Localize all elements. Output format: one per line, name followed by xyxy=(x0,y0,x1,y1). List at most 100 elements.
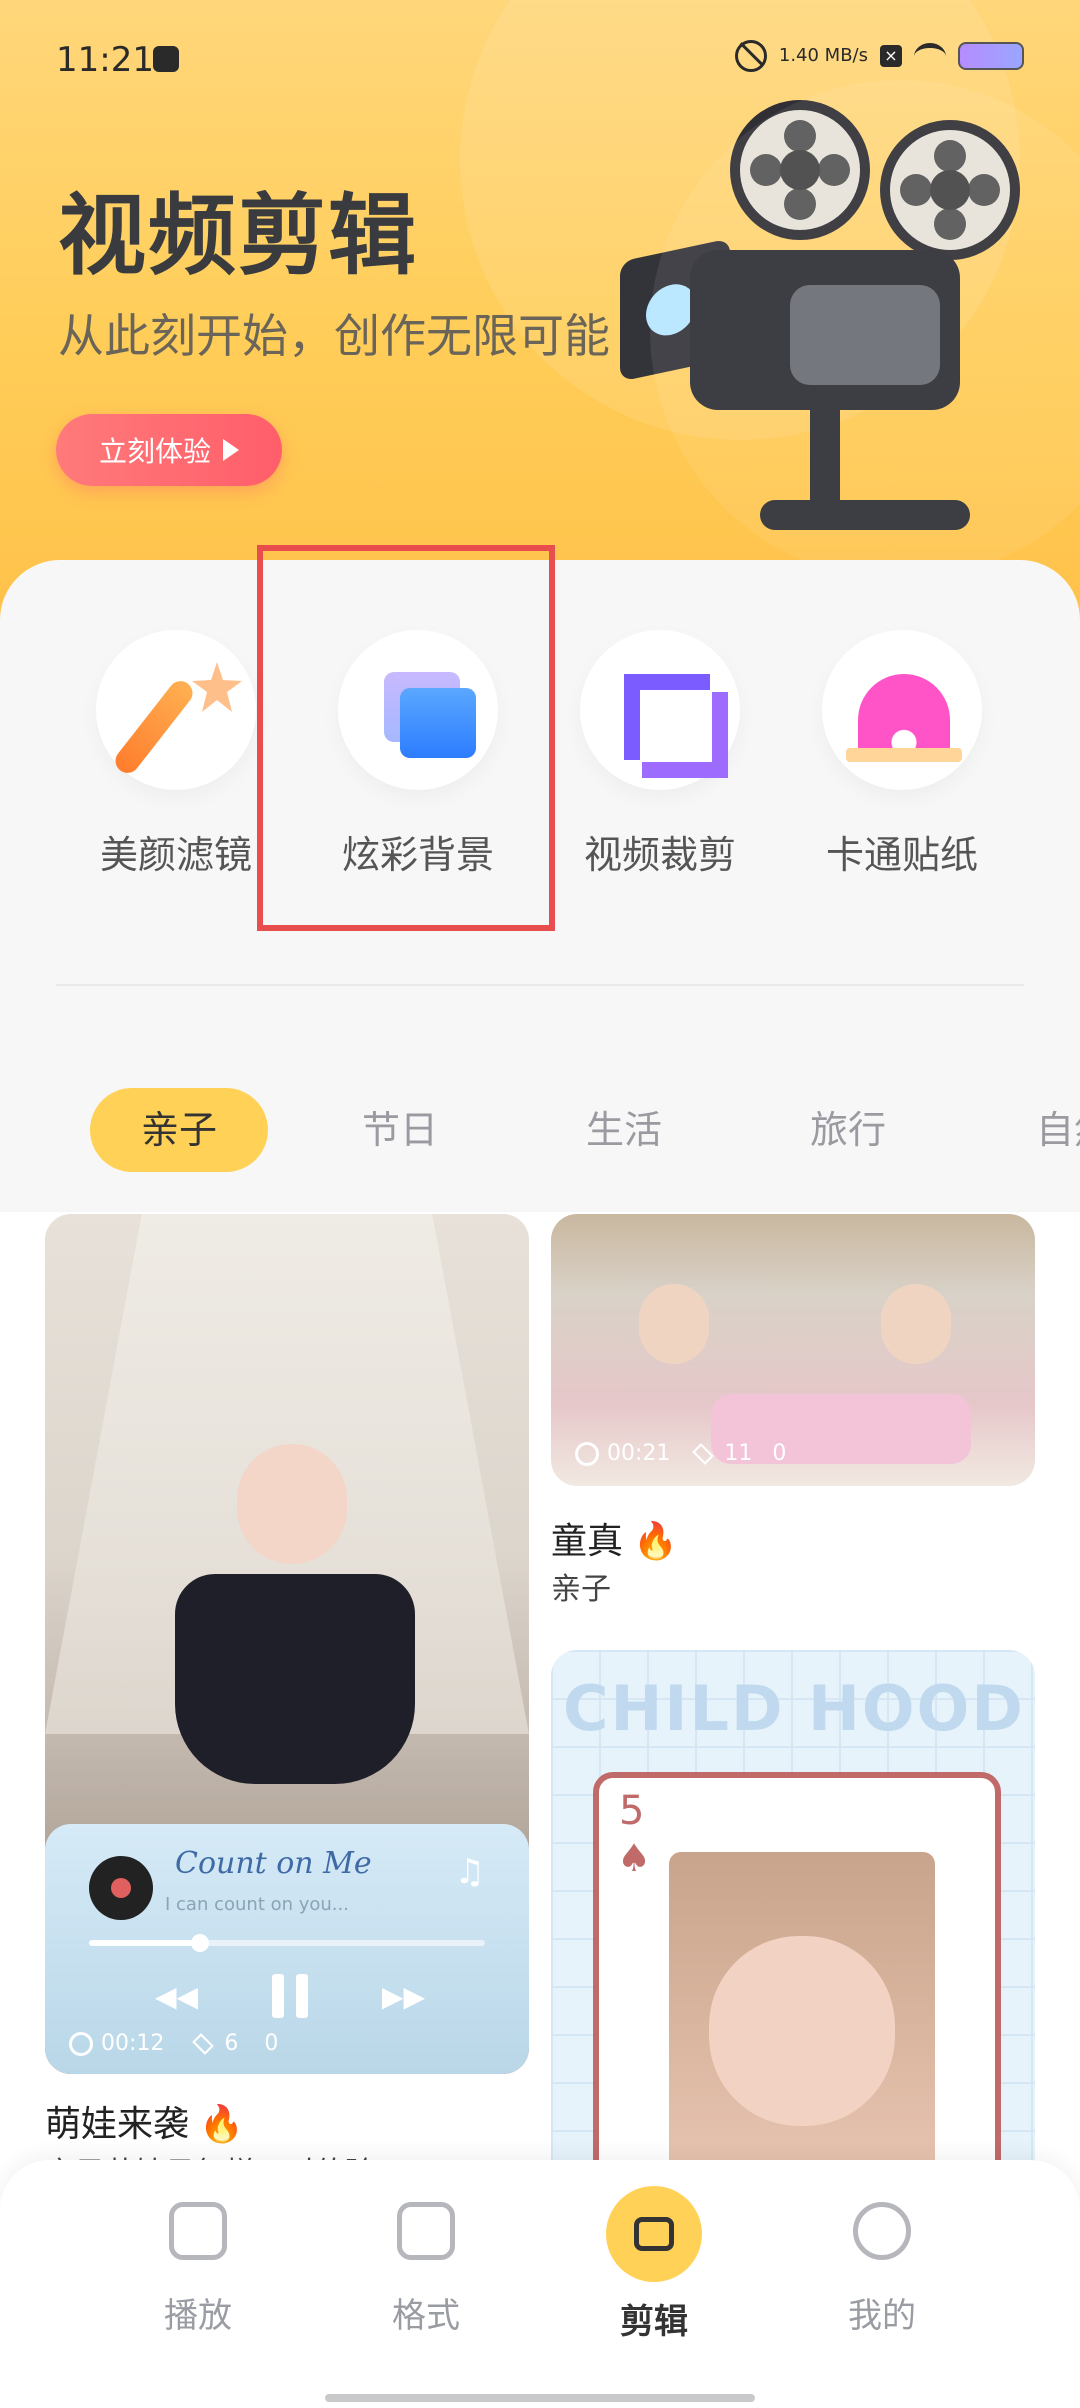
tool-label: 视频裁剪 xyxy=(583,833,736,877)
nav-profile[interactable]: 我的 xyxy=(802,2202,962,2337)
try-now-button[interactable]: 立刻体验 xyxy=(56,414,282,486)
camera-foot xyxy=(760,500,970,530)
wifi-icon xyxy=(914,42,946,70)
layers: 6 xyxy=(190,2031,238,2056)
clock-icon xyxy=(69,2032,93,2056)
nav-label: 播放 xyxy=(164,2296,232,2336)
nav-edit[interactable]: 剪辑 xyxy=(574,2186,734,2343)
crop-icon xyxy=(580,630,740,790)
tool-video-crop[interactable]: 视频裁剪 xyxy=(540,630,780,880)
close-icon: × xyxy=(880,45,902,67)
nav-label: 剪辑 xyxy=(620,2302,688,2342)
baby-figure xyxy=(237,1444,347,1564)
hero-banner: 11:21 1.40 MB/s × 视频剪辑 从此刻开始，创作无限可能 立刻体验 xyxy=(0,0,1080,620)
network-speed: 1.40 MB/s xyxy=(778,45,868,66)
play-triangle-icon xyxy=(223,439,239,461)
playing-card: 5 ♠ xyxy=(593,1772,1001,2170)
category-tabs: 亲子 节日 生活 旅行 自然 xyxy=(0,1088,1080,1172)
tab-travel[interactable]: 旅行 xyxy=(810,1088,886,1172)
camera-stand xyxy=(810,400,840,510)
film-icon xyxy=(397,2202,455,2260)
count-value: 0 xyxy=(772,1441,787,1466)
progress-fill xyxy=(89,1940,200,1946)
music-note-icon: ♫ xyxy=(454,1852,485,1892)
template-card-right-bottom[interactable]: CHILD HOOD 5 ♠ xyxy=(551,1650,1035,2170)
edit-video-icon xyxy=(606,2186,702,2282)
baby-dress xyxy=(175,1574,415,1784)
template-card-left[interactable]: Count on Me I can count on you... ♫ ◀◀ ▶… xyxy=(45,1214,529,2074)
tool-label: 卡通贴纸 xyxy=(825,833,978,877)
try-now-label: 立刻体验 xyxy=(98,435,211,468)
duration-value: 00:12 xyxy=(101,2031,165,2056)
duration: 00:12 xyxy=(69,2031,164,2056)
song-lyric: I can count on you... xyxy=(165,1894,349,1915)
fire-icon: 🔥 xyxy=(199,2104,244,2145)
film-reel-icon xyxy=(730,100,870,240)
tab-nature[interactable]: 自然 xyxy=(1036,1088,1080,1172)
nav-format[interactable]: 格式 xyxy=(346,2202,506,2337)
card-subtitle: 亲子 xyxy=(551,1572,611,1607)
card-title: 童真 🔥 xyxy=(551,1512,678,1564)
camera-lens-icon xyxy=(620,238,730,382)
card-title-text: 萌娃来袭 xyxy=(45,2104,190,2145)
count-value: 0 xyxy=(264,2031,279,2056)
nav-play[interactable]: 播放 xyxy=(118,2202,278,2337)
clock-icon xyxy=(575,1442,599,1466)
status-time: 11:21 xyxy=(56,40,154,80)
duration: 00:21 xyxy=(575,1441,670,1466)
status-right: 1.40 MB/s × xyxy=(734,40,1024,72)
film-reel-icon xyxy=(880,120,1020,260)
status-bar: 11:21 1.40 MB/s × xyxy=(0,0,1080,120)
tab-parent-child[interactable]: 亲子 xyxy=(90,1088,268,1172)
card-stats: 00:12 6 0 xyxy=(69,2031,278,2056)
pause-icon[interactable] xyxy=(272,1974,308,2018)
previous-icon[interactable]: ◀◀ xyxy=(155,1980,198,2013)
template-card-right-top[interactable]: 00:21 11 0 xyxy=(551,1214,1035,1486)
next-icon[interactable]: ▶▶ xyxy=(382,1980,425,2013)
mute-icon xyxy=(734,40,767,72)
music-player: Count on Me I can count on you... ♫ ◀◀ ▶… xyxy=(45,1824,529,2074)
childhood-headline: CHILD HOOD xyxy=(563,1672,1025,1745)
child-figure xyxy=(639,1284,709,1364)
magic-wand-icon xyxy=(96,630,256,790)
divider xyxy=(56,984,1024,986)
song-progress-bar[interactable] xyxy=(89,1934,485,1952)
layers: 11 xyxy=(690,1441,752,1466)
spade-icon: ♠ xyxy=(617,1836,652,1880)
home-indicator xyxy=(325,2394,755,2402)
sticker-icon xyxy=(822,630,982,790)
card-title: 萌娃来袭 🔥 xyxy=(45,2095,244,2147)
tab-life[interactable]: 生活 xyxy=(586,1088,662,1172)
bottom-navigation: 播放 格式 剪辑 我的 xyxy=(0,2160,1080,2408)
layers-value: 11 xyxy=(724,1441,753,1466)
nav-label: 我的 xyxy=(848,2296,916,2336)
nav-label: 格式 xyxy=(392,2296,460,2336)
progress-knob[interactable] xyxy=(190,1934,209,1952)
play-video-icon xyxy=(169,2202,227,2260)
vinyl-disc-icon xyxy=(89,1856,153,1920)
child-face xyxy=(709,1936,895,2126)
layers-value: 6 xyxy=(224,2031,239,2056)
selection-highlight xyxy=(257,545,555,931)
battery-icon xyxy=(958,42,1024,70)
camera-illustration xyxy=(620,100,1040,550)
camera-panel xyxy=(790,285,940,385)
song-title: Count on Me xyxy=(175,1846,372,1881)
player-controls: ◀◀ ▶▶ xyxy=(155,1974,425,2018)
fire-icon: 🔥 xyxy=(633,1521,678,1562)
camera-body xyxy=(690,250,960,410)
tool-cartoon-sticker[interactable]: 卡通贴纸 xyxy=(782,630,1022,880)
layers-icon xyxy=(692,1443,715,1465)
user-icon xyxy=(853,2202,911,2260)
child-photo xyxy=(669,1852,935,2170)
tab-holiday[interactable]: 节日 xyxy=(362,1088,438,1172)
card-title-text: 童真 xyxy=(551,1521,624,1562)
hero-subtitle: 从此刻开始，创作无限可能 xyxy=(58,309,610,363)
hero-title: 视频剪辑 xyxy=(58,184,419,287)
child-figure xyxy=(881,1284,951,1364)
duration-value: 00:21 xyxy=(607,1441,671,1466)
card-stats: 00:21 11 0 xyxy=(575,1441,786,1466)
card-number: 5 xyxy=(619,1788,645,1834)
calendar-icon xyxy=(153,46,179,72)
layers-icon xyxy=(192,2033,215,2055)
